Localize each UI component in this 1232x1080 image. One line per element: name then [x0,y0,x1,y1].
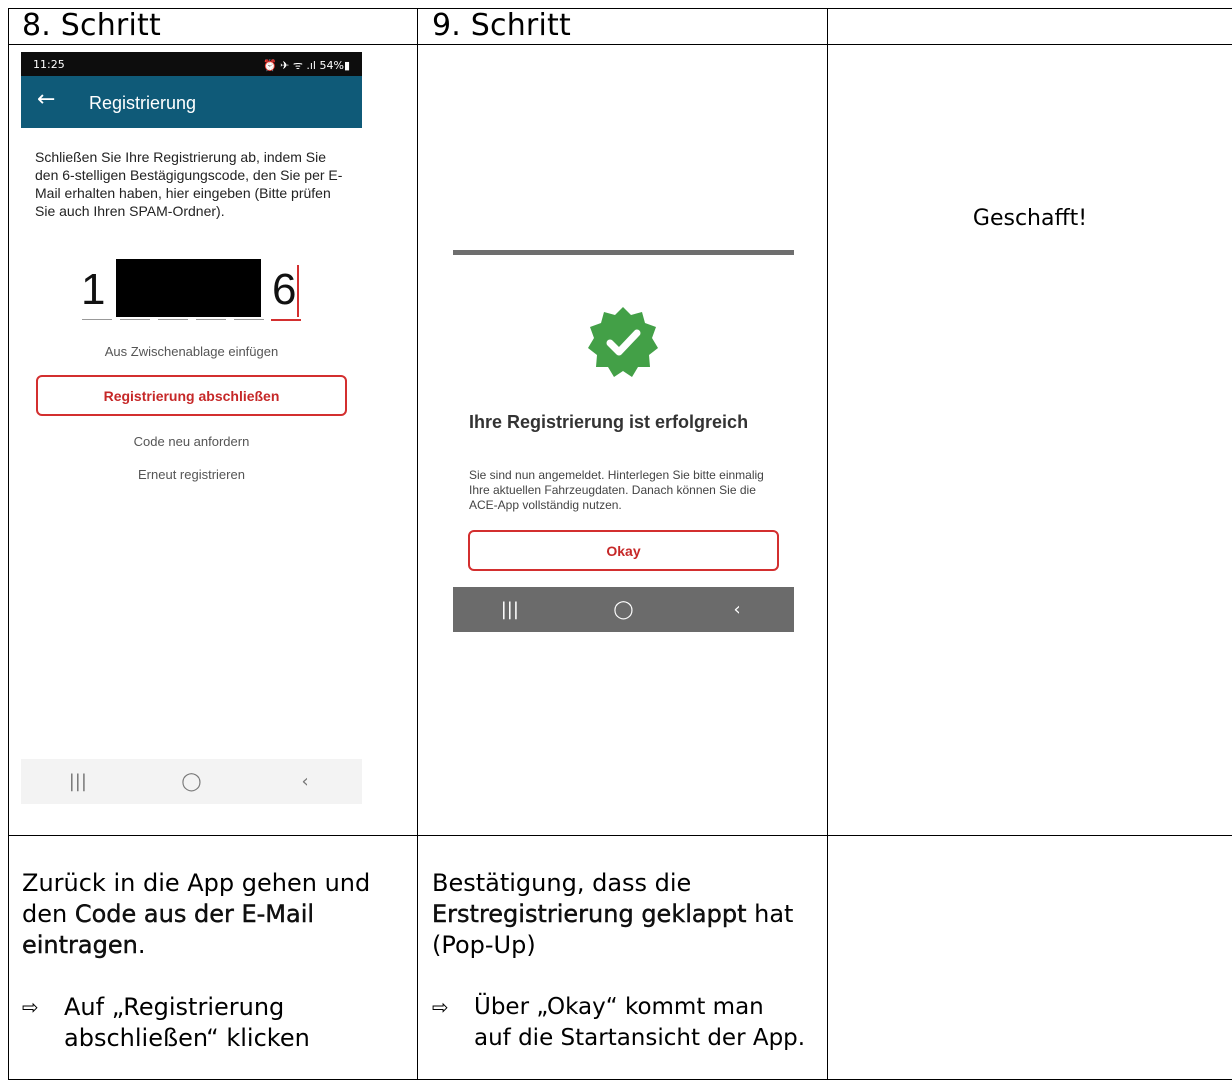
status-bar: 11:25 ⏰ ✈ ᯤ .ıl 54%▮ [21,52,362,76]
step8-description: Zurück in die App gehen und den Code aus… [22,868,412,961]
code-underline [158,319,188,320]
recents-icon[interactable]: ||| [48,771,108,792]
code-underline-active [271,319,301,321]
android-nav-bar-dark: ||| ◯ ‹ [453,587,794,632]
recents-icon[interactable]: ||| [480,599,540,620]
table-border-left [8,8,9,1080]
step9-bullet-line1: Über „Okay“ kommt man [474,994,764,1020]
step8-line1: Zurück in die App gehen und [22,869,371,897]
android-nav-bar: ||| ◯ ‹ [21,759,362,804]
step8-line3: eintragen. [22,930,412,961]
code-underline [82,319,112,320]
step8-bullet-line2: abschließen“ klicken [64,1024,310,1052]
home-icon[interactable]: ◯ [161,771,221,792]
arrow-right-icon: ⇨ [22,995,39,1019]
code-digit-last[interactable]: 6 [272,266,296,314]
status-time: 11:25 [33,58,65,71]
step8-line3-text: . [137,931,146,959]
status-icons: ⏰ ✈ ᯤ .ıl 54%▮ [262,59,350,72]
back-arrow-icon[interactable]: ← [37,88,55,112]
code-underline [196,319,226,320]
step9-emphasis: Erstregistrierung geklappt [432,900,747,928]
step9-line2-text: hat [746,900,794,928]
step8-bullet-text: Auf „Registrierung abschließen“ klicken [64,992,310,1054]
code-underline [120,319,150,320]
back-icon[interactable]: ‹ [275,771,335,792]
phone-screenshot-registration: 11:25 ⏰ ✈ ᯤ .ıl 54%▮ ← Registrierung Sch… [21,52,362,804]
table-border-col1 [417,8,418,1080]
paste-from-clipboard-link[interactable]: Aus Zwischenablage einfügen [21,344,362,359]
step9-line3: (Pop-Up) [432,931,536,959]
table-border-col2 [827,8,828,1080]
redacted-code-block [116,259,261,317]
okay-button[interactable]: Okay [468,530,779,571]
popup-top-bar [453,250,794,255]
home-icon[interactable]: ◯ [593,599,653,620]
register-again-link[interactable]: Erneut registrieren [21,467,362,482]
step8-bullet: ⇨ Auf „Registrierung abschließen“ klicke… [22,992,412,1056]
column-header-step9: 9. Schritt [432,8,571,43]
resend-code-link[interactable]: Code neu anfordern [21,434,362,449]
success-check-icon [588,307,658,377]
code-underline [234,319,264,320]
step9-bullet-text: Über „Okay“ kommt man auf die Startansic… [474,992,805,1054]
finish-registration-button[interactable]: Registrierung abschließen [36,375,347,416]
app-bar: ← Registrierung [21,76,362,128]
step9-line1: Bestätigung, dass die [432,869,692,897]
popup-title: Ihre Registrierung ist erfolgreich [469,412,749,432]
step8-emphasis-enter: eintragen [22,931,138,959]
step8-bullet-line1: Auf „Registrierung [64,993,285,1021]
step8-line2-text: den [22,900,75,928]
registration-instruction: Schließen Sie Ihre Registrierung ab, ind… [35,149,343,219]
back-icon[interactable]: ‹ [707,599,767,620]
column-header-step8: 8. Schritt [22,8,161,43]
table-border-row-divider [8,835,1232,836]
table-border-header-bottom [8,44,1232,45]
step8-emphasis-code: Code aus der E-Mail [74,900,315,928]
code-digit-first[interactable]: 1 [81,266,105,314]
done-text: Geschafft! [972,206,1088,231]
table-border-top [8,8,1232,9]
arrow-right-icon: ⇨ [432,995,449,1019]
app-bar-title: Registrierung [89,93,197,113]
text-cursor [297,265,299,317]
step9-bullet-line2: auf die Startansicht der App. [474,1025,806,1051]
step9-bullet: ⇨ Über „Okay“ kommt man auf die Startans… [432,992,824,1056]
step8-line2: den Code aus der E-Mail [22,899,412,930]
popup-message: Sie sind nun angemeldet. Hinterlegen Sie… [469,468,764,512]
step9-description: Bestätigung, dass die Erstregistrierung … [432,868,822,961]
step9-line2: Erstregistrierung geklappt hat [432,899,822,930]
